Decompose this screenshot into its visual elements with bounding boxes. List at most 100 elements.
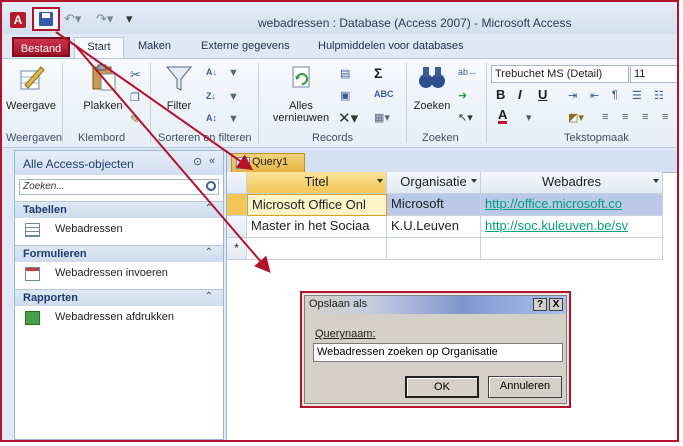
tab-create[interactable]: Maken — [138, 40, 171, 52]
table-cell[interactable]: Master in het Sociaa — [247, 216, 387, 238]
collapse-icon[interactable]: ⌃ — [205, 291, 213, 302]
format-painter-icon[interactable]: ✎ — [130, 113, 146, 127]
font-color-dropdown-icon[interactable]: ▾ — [526, 111, 542, 125]
save-as-dialog: Opslaan als ? X Querynaam: Webadressen z… — [304, 295, 567, 404]
remove-sort-icon[interactable]: A↕ — [206, 113, 222, 127]
tab-query1[interactable]: Query1 — [231, 153, 305, 172]
nav-group-tables[interactable]: Tabellen ⌃ — [15, 201, 223, 218]
copy-icon[interactable]: ❐ — [130, 91, 146, 105]
column-dropdown-icon[interactable] — [377, 179, 383, 183]
nav-collapse-icon[interactable]: « — [209, 155, 215, 167]
select-icon[interactable]: ↖▾ — [458, 111, 474, 125]
nav-group-forms[interactable]: Formulieren ⌃ — [15, 245, 223, 262]
column-dropdown-icon[interactable] — [653, 179, 659, 183]
table-cell[interactable]: K.U.Leuven — [387, 216, 481, 238]
font-size-select[interactable]: 11 — [630, 65, 677, 83]
column-dropdown-icon[interactable] — [471, 179, 477, 183]
select-all-corner[interactable] — [227, 172, 247, 194]
collapse-icon[interactable]: ⌃ — [205, 247, 213, 258]
nav-item-label: Webadressen afdrukken — [55, 311, 175, 323]
customize-icon[interactable]: ▾ — [126, 11, 133, 27]
column-header-webadres[interactable]: Webadres — [481, 172, 663, 194]
row-selector[interactable] — [227, 194, 247, 216]
row-selector[interactable] — [227, 216, 247, 238]
table-cell[interactable] — [387, 238, 481, 260]
table-cell[interactable] — [247, 238, 387, 260]
align-center-icon[interactable]: ≡ — [622, 111, 638, 125]
query-name-input[interactable]: Webadressen zoeken op Organisatie — [313, 343, 563, 362]
query-icon — [236, 157, 250, 169]
paragraph-icon[interactable]: ¶ — [612, 89, 628, 103]
filter-label: Filter — [166, 100, 192, 112]
search-icon[interactable] — [206, 181, 216, 191]
table-cell-link[interactable]: http://office.microsoft.co — [481, 194, 663, 216]
close-button[interactable]: X — [549, 298, 563, 311]
toggle-filter-icon[interactable]: ▼ — [228, 113, 244, 127]
undo-icon[interactable]: ↶▾ — [64, 11, 81, 27]
nav-item-label: Webadressen invoeren — [55, 267, 168, 279]
nav-menu-icon[interactable]: ⊙ — [193, 155, 202, 168]
ok-button[interactable]: OK — [405, 376, 479, 398]
find-label: Zoeken — [413, 100, 451, 112]
indent-icon[interactable]: ⇥ — [568, 89, 584, 103]
replace-icon[interactable]: ab↔ — [458, 67, 477, 81]
nav-search-input[interactable]: Zoeken... — [19, 179, 219, 195]
table-cell[interactable]: Microsoft Office Onl — [247, 194, 387, 216]
numbering-icon[interactable]: ☷ — [654, 89, 670, 103]
table-cell-link[interactable]: http://soc.kuleuven.be/sv — [481, 216, 663, 238]
view-button[interactable]: Weergave — [6, 63, 56, 112]
separator — [150, 63, 151, 143]
tab-external-data[interactable]: Externe gegevens — [201, 40, 290, 52]
spelling-icon[interactable]: ABC — [374, 89, 394, 103]
document-tab-bar: Query1 — [227, 150, 677, 173]
help-button[interactable]: ? — [533, 298, 547, 311]
view-icon — [20, 66, 45, 90]
collapse-icon[interactable]: ⌃ — [205, 203, 213, 214]
group-label-text-formatting: Tekstopmaak — [564, 132, 629, 144]
highlight-icon[interactable]: ◩▾ — [568, 111, 584, 125]
sort-ascending-icon[interactable]: A↓ — [206, 67, 222, 81]
filter-button[interactable]: Filter — [158, 63, 200, 112]
window-title: webadressen : Database (Access 2007) - M… — [258, 16, 572, 30]
totals-icon[interactable]: Σ — [374, 65, 390, 81]
cancel-button[interactable]: Annuleren — [488, 376, 562, 398]
save-button[interactable] — [32, 7, 60, 31]
redo-icon[interactable]: ↷▾ — [96, 11, 113, 27]
selection-filter-icon[interactable]: ▼ — [228, 67, 244, 81]
underline-button[interactable]: U — [538, 87, 547, 102]
paste-button[interactable]: Plakken — [78, 63, 128, 112]
justify-icon[interactable]: ≡ — [662, 111, 677, 125]
delete-record-icon[interactable]: ✕▾ — [338, 109, 358, 127]
cut-icon[interactable]: ✂ — [130, 67, 146, 82]
find-button[interactable]: Zoeken — [410, 63, 454, 112]
dialog-title-bar[interactable]: Opslaan als ? X — [305, 296, 566, 314]
tab-database-tools[interactable]: Hulpmiddelen voor databases — [318, 40, 464, 52]
paste-label: Plakken — [83, 100, 123, 112]
font-color-button[interactable]: A — [498, 108, 508, 124]
italic-button[interactable]: I — [518, 87, 522, 102]
nav-header[interactable]: Alle Access-objecten ⊙ « — [15, 151, 223, 175]
new-record-icon[interactable]: ▤ — [340, 67, 356, 81]
bullets-icon[interactable]: ☰ — [632, 89, 648, 103]
new-row-selector[interactable]: * — [227, 238, 247, 260]
font-name-select[interactable]: Trebuchet MS (Detail) — [491, 65, 629, 83]
access-app-icon[interactable]: A — [10, 12, 26, 28]
table-cell[interactable] — [481, 238, 663, 260]
more-records-icon[interactable]: ▦▾ — [374, 111, 390, 125]
save-record-icon[interactable]: ▣ — [340, 89, 356, 103]
column-header-titel[interactable]: Titel — [247, 172, 387, 194]
outdent-icon[interactable]: ⇤ — [590, 89, 606, 103]
align-right-icon[interactable]: ≡ — [642, 111, 658, 125]
refresh-all-button[interactable]: Alles vernieuwen — [270, 63, 332, 124]
tab-file[interactable]: Bestand — [12, 37, 70, 57]
tab-start[interactable]: Start — [74, 37, 124, 59]
table-cell[interactable]: Microsoft — [387, 194, 481, 216]
advanced-filter-icon[interactable]: ▼ — [228, 91, 244, 105]
align-left-icon[interactable]: ≡ — [602, 111, 618, 125]
column-header-label: Webadres — [541, 174, 601, 189]
goto-icon[interactable]: ➜ — [458, 89, 474, 103]
nav-group-reports[interactable]: Rapporten ⌃ — [15, 289, 223, 306]
column-header-organisatie[interactable]: Organisatie — [387, 172, 481, 194]
bold-button[interactable]: B — [496, 87, 505, 102]
sort-descending-icon[interactable]: Z↓ — [206, 91, 222, 105]
